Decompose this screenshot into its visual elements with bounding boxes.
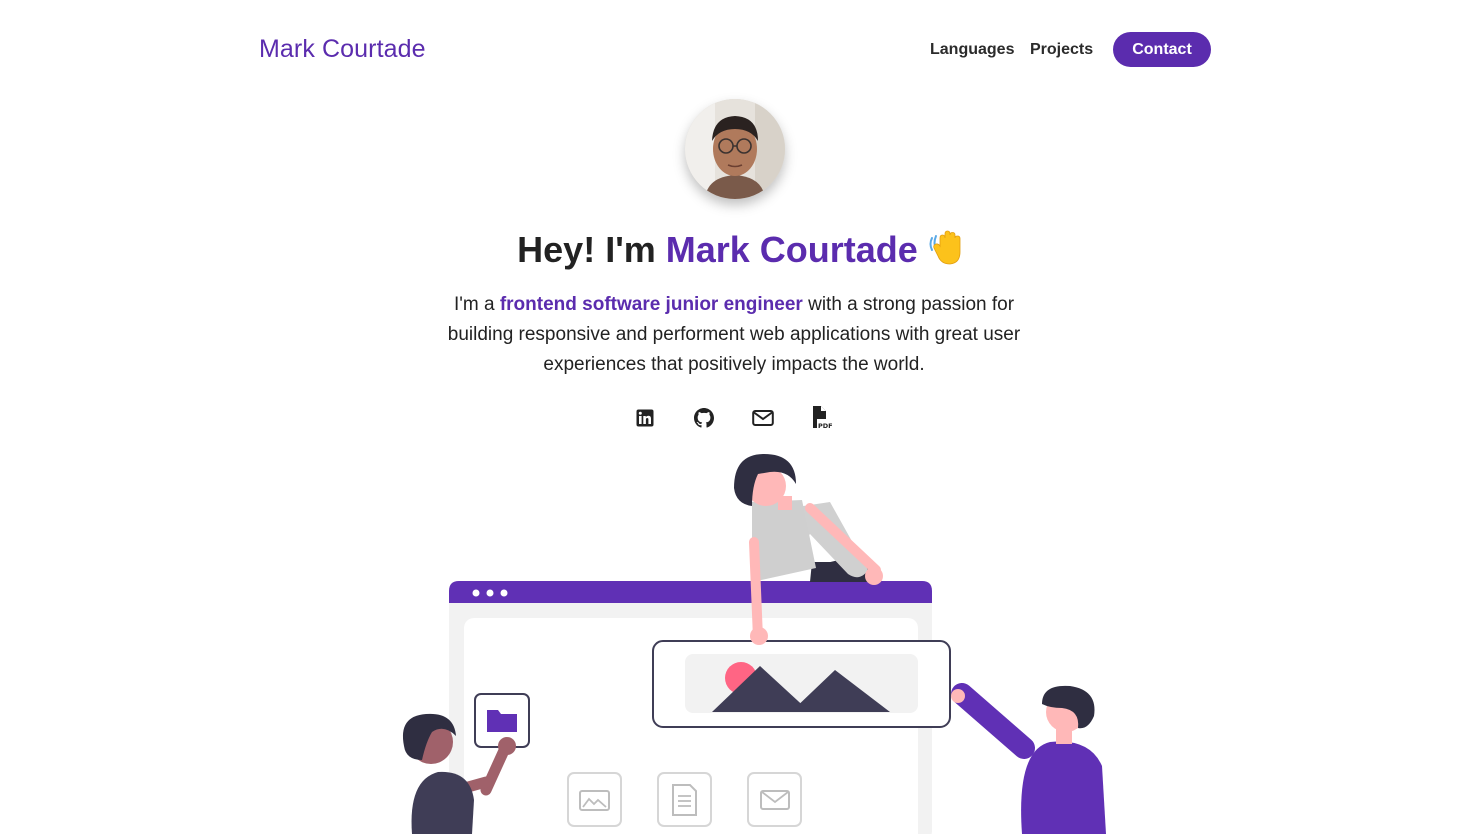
nav-link-projects[interactable]: Projects <box>1030 41 1093 59</box>
desc-highlight: frontend software junior engineer <box>499 294 803 315</box>
pdf-resume-icon[interactable]: PDF <box>811 406 833 430</box>
browser-titlebar <box>449 581 932 603</box>
desc-prefix: I'm a <box>453 294 500 315</box>
image-icon <box>567 772 622 827</box>
mail-icon[interactable] <box>752 407 774 429</box>
greeting-prefix: Hey! I'm <box>517 229 666 270</box>
waving-hand-icon <box>926 228 966 277</box>
contact-button[interactable]: Contact <box>1113 32 1211 67</box>
hero-description: I'm a frontend software junior engineer … <box>430 290 1038 380</box>
mail-icon <box>747 772 802 827</box>
hero-title: Hey! I'm Mark Courtade <box>0 228 1483 277</box>
linkedin-icon[interactable] <box>634 407 656 429</box>
document-icon <box>657 772 712 827</box>
nav-link-languages[interactable]: Languages <box>930 41 1014 59</box>
svg-text:PDF: PDF <box>818 422 833 430</box>
hero-name: Mark Courtade <box>665 229 918 270</box>
avatar <box>685 99 785 199</box>
github-icon[interactable] <box>693 407 715 429</box>
hero-illustration <box>390 450 1130 834</box>
brand-logo-link[interactable]: Mark Courtade <box>259 35 426 64</box>
navbar: Mark Courtade Languages Projects Contact <box>0 0 1483 100</box>
